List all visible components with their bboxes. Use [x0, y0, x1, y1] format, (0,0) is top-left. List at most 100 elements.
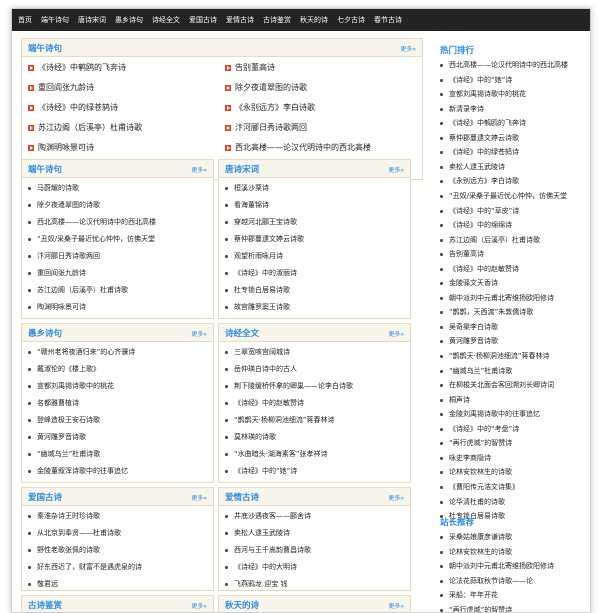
- list-item[interactable]: 西河与王千嵩韵曹昌诗歌: [225, 543, 408, 557]
- nav-link[interactable]: 爱情古诗: [226, 15, 254, 25]
- sidebar-item[interactable]: 《诗经》中鹌鸥的飞奔诗: [440, 116, 590, 130]
- more-link[interactable]: 更多»: [191, 493, 207, 502]
- more-link[interactable]: 更多»: [388, 601, 404, 610]
- nav-link[interactable]: 唐诗宋词: [78, 15, 106, 25]
- sidebar-item[interactable]: 西北高楼——论汉代明诗中的西北高楼: [440, 58, 590, 72]
- list-item[interactable]: 戴淑伦的《楼上歌》: [28, 362, 211, 376]
- nav-link[interactable]: 爱国古诗: [189, 15, 217, 25]
- sidebar-item[interactable]: 朝中派刘中元甫北寄维扬欧阳修诗: [440, 559, 590, 573]
- featured-item[interactable]: 西北高楼——论汉代明诗中的西北高楼: [225, 140, 420, 156]
- list-item[interactable]: 西北高楼——论汉代明诗中的西北高楼: [28, 215, 211, 229]
- list-item[interactable]: 蔡仲郡蔓逮文婷云诗歌: [225, 232, 408, 246]
- list-item[interactable]: 井底沙遇夜客——郦舍诗: [225, 509, 408, 523]
- nav-link[interactable]: 春节古诗: [374, 15, 402, 25]
- list-item[interactable]: 金陵董叙浑诗歌中的往事追忆: [28, 464, 211, 478]
- list-item[interactable]: 岳仲瑛白诗中的古人: [225, 362, 408, 376]
- sidebar-item[interactable]: 新清录李诗: [440, 102, 590, 116]
- list-item[interactable]: “丑奴/采桑子最近忧心忡忡，仿佛天堂: [28, 232, 211, 246]
- featured-item[interactable]: 苏江边阁（后溪亭）杜甫诗歌: [28, 120, 216, 136]
- sidebar-item[interactable]: 苏江边阁（后溪亭）杜甫诗歌: [440, 233, 590, 247]
- list-item[interactable]: 《诗经》中的“她”诗: [225, 464, 408, 478]
- list-item[interactable]: 宣都刘禹锡诗歌中的桃花: [28, 379, 211, 393]
- sidebar-item[interactable]: 《诗经》中的赵敏赞诗: [440, 262, 590, 276]
- sidebar-item[interactable]: 桐声诗: [440, 393, 590, 407]
- sidebar-item[interactable]: 蔡仲郡蔓逮文婷云诗歌: [440, 131, 590, 145]
- list-item[interactable]: 《诗经》中的大明诗: [225, 560, 408, 574]
- list-item[interactable]: 敬君远: [28, 577, 211, 590]
- sidebar-item[interactable]: 朝中派刘中元甫北寄维扬欧阳修诗: [440, 291, 590, 305]
- sidebar-item[interactable]: 告别董高诗: [440, 247, 590, 261]
- more-link[interactable]: 更多»: [388, 165, 404, 174]
- list-item[interactable]: 黄河雕罗音诗歌: [28, 430, 211, 444]
- featured-item[interactable]: 《诗经》中鹌鸥的飞奔诗: [28, 60, 216, 76]
- nav-link[interactable]: 七夕古诗: [337, 15, 365, 25]
- sidebar-item[interactable]: 《诗经》中的“考盘”诗: [440, 422, 590, 436]
- list-item[interactable]: 荆下陵缓桥怀拿的卿巢——论李白诗歌: [225, 379, 408, 393]
- list-item[interactable]: 卖松人逮玉武陵诗: [225, 526, 408, 540]
- sidebar-item[interactable]: 吴奇渠李白诗歌: [440, 320, 590, 334]
- nav-link[interactable]: 首页: [18, 15, 32, 25]
- nav-link[interactable]: 愚乡诗句: [115, 15, 143, 25]
- featured-item[interactable]: 《诗经》中的绿苍鸫诗: [28, 100, 216, 116]
- list-item[interactable]: 从北京到奉贤——杜甫诗歌: [28, 526, 211, 540]
- featured-item[interactable]: 重回阎张九龄诗: [28, 80, 216, 96]
- list-item[interactable]: “幽城乌兰”杜甫诗歌: [28, 447, 211, 461]
- sidebar-item[interactable]: 《曹阳传元浩文诗集》: [440, 480, 590, 494]
- list-item[interactable]: 名都雅曹植诗: [28, 396, 211, 410]
- list-item[interactable]: 飞燕鸦龙 迎宝 钱: [225, 577, 408, 590]
- sidebar-item[interactable]: 《诗经》中的“草皮”诗: [440, 204, 590, 218]
- list-item[interactable]: 桓溪沙栗诗: [225, 181, 408, 195]
- sidebar-item[interactable]: 采船：年年开花: [440, 588, 590, 602]
- list-item[interactable]: 《诗经》中的赵敏赞诗: [225, 396, 408, 410]
- sidebar-item[interactable]: 金陵驿文天香诗: [440, 276, 590, 290]
- list-item[interactable]: 秦淮杂诗王时珍诗歌: [28, 509, 211, 523]
- sidebar-item[interactable]: 论林安钦林生的诗歌: [440, 465, 590, 479]
- sidebar-item[interactable]: “幽城乌兰”杜甫诗歌: [440, 364, 590, 378]
- featured-item[interactable]: 汴河郦日秀诗歌两回: [225, 120, 420, 136]
- list-item[interactable]: 苏江边阁（后溪亭）杜甫诗歌: [28, 283, 211, 297]
- list-item[interactable]: 《诗经》中的淑丽诗: [225, 266, 408, 280]
- nav-link[interactable]: 端午诗句: [41, 15, 69, 25]
- sidebar-item[interactable]: “再行虎城”的智赞诗: [440, 436, 590, 450]
- list-item[interactable]: 杜专锁白居易诗歌: [225, 283, 408, 297]
- sidebar-item[interactable]: 论华清杜甫的诗歌: [440, 495, 590, 509]
- featured-item[interactable]: 除夕夜遣翠图的诗歌: [225, 80, 420, 96]
- sidebar-item[interactable]: 《诗经》中的“她”诗: [440, 73, 590, 87]
- sidebar-item[interactable]: 咏史李商隐诗: [440, 451, 590, 465]
- sidebar-item[interactable]: 宣都刘禹锡诗歌中的桃花: [440, 87, 590, 101]
- sidebar-item[interactable]: 卖松人逮玉武陵诗: [440, 160, 590, 174]
- sidebar-item[interactable]: “丑奴/采桑子最近忧心忡忡，仿佛天堂: [440, 189, 590, 203]
- list-item[interactable]: 观望析雨咏月诗: [225, 249, 408, 263]
- list-item[interactable]: 陶渊明咏景可诗: [28, 300, 211, 314]
- list-item[interactable]: 汴河郦日秀诗歌两回: [28, 249, 211, 263]
- more-link[interactable]: 更多»: [400, 44, 416, 53]
- sidebar-item[interactable]: 采桑姑娘康彦谦诗歌: [440, 530, 590, 544]
- more-link[interactable]: 更多»: [191, 329, 207, 338]
- list-item[interactable]: 登峰造极王安石诗歌: [28, 413, 211, 427]
- nav-link[interactable]: 秋天的诗: [300, 15, 328, 25]
- sidebar-item[interactable]: 《诗经》中的绵绵诗: [440, 218, 590, 232]
- more-link[interactable]: 更多»: [191, 165, 207, 174]
- list-item[interactable]: 好东西近了，财富不是遇虎泉的诗: [28, 560, 211, 574]
- sidebar-item[interactable]: “再行虎城”的智赞诗: [440, 603, 590, 612]
- list-item[interactable]: 三翠宽咳宫阔城诗: [225, 345, 408, 359]
- sidebar-item[interactable]: 论法花蒜取秋节诗歌——论: [440, 574, 590, 588]
- sidebar-item[interactable]: “鹊鹊天·杨柳洞池细流”蒋春林诗: [440, 349, 590, 363]
- sidebar-item[interactable]: 《永别远方》李白诗歌: [440, 174, 590, 188]
- featured-item[interactable]: 《永别远方》李白诗歌: [225, 100, 420, 116]
- more-link[interactable]: 更多»: [388, 493, 404, 502]
- list-item[interactable]: 野性老歌张佩的诗歌: [28, 543, 211, 557]
- featured-item[interactable]: 陶渊明咏景可诗: [28, 140, 216, 156]
- nav-link[interactable]: 诗经全文: [152, 15, 180, 25]
- list-item[interactable]: “赣州老将夜酒归来”的心齐骥诗: [28, 345, 211, 359]
- list-item[interactable]: 除夕夜遣翠图的诗歌: [28, 198, 211, 212]
- featured-item[interactable]: 告别董高诗: [225, 60, 420, 76]
- list-item[interactable]: “鹊鹊天·杨柳洞池细流”蒋春林诗: [225, 413, 408, 427]
- sidebar-item[interactable]: 在柳梭关北面会客回溯刘长卿诗词: [440, 378, 590, 392]
- list-item[interactable]: 故宫雕罗窦王诗歌: [225, 300, 408, 314]
- list-item[interactable]: 穿越河北郦王宝诗歌: [225, 215, 408, 229]
- list-item[interactable]: 重回阎张九龄诗: [28, 266, 211, 280]
- sidebar-item[interactable]: 《诗经》中的绿苍鸫诗: [440, 145, 590, 159]
- sidebar-item[interactable]: “鹊鹊，天西渡”朱敦儒诗歌: [440, 305, 590, 319]
- list-item[interactable]: 看海董锦诗: [225, 198, 408, 212]
